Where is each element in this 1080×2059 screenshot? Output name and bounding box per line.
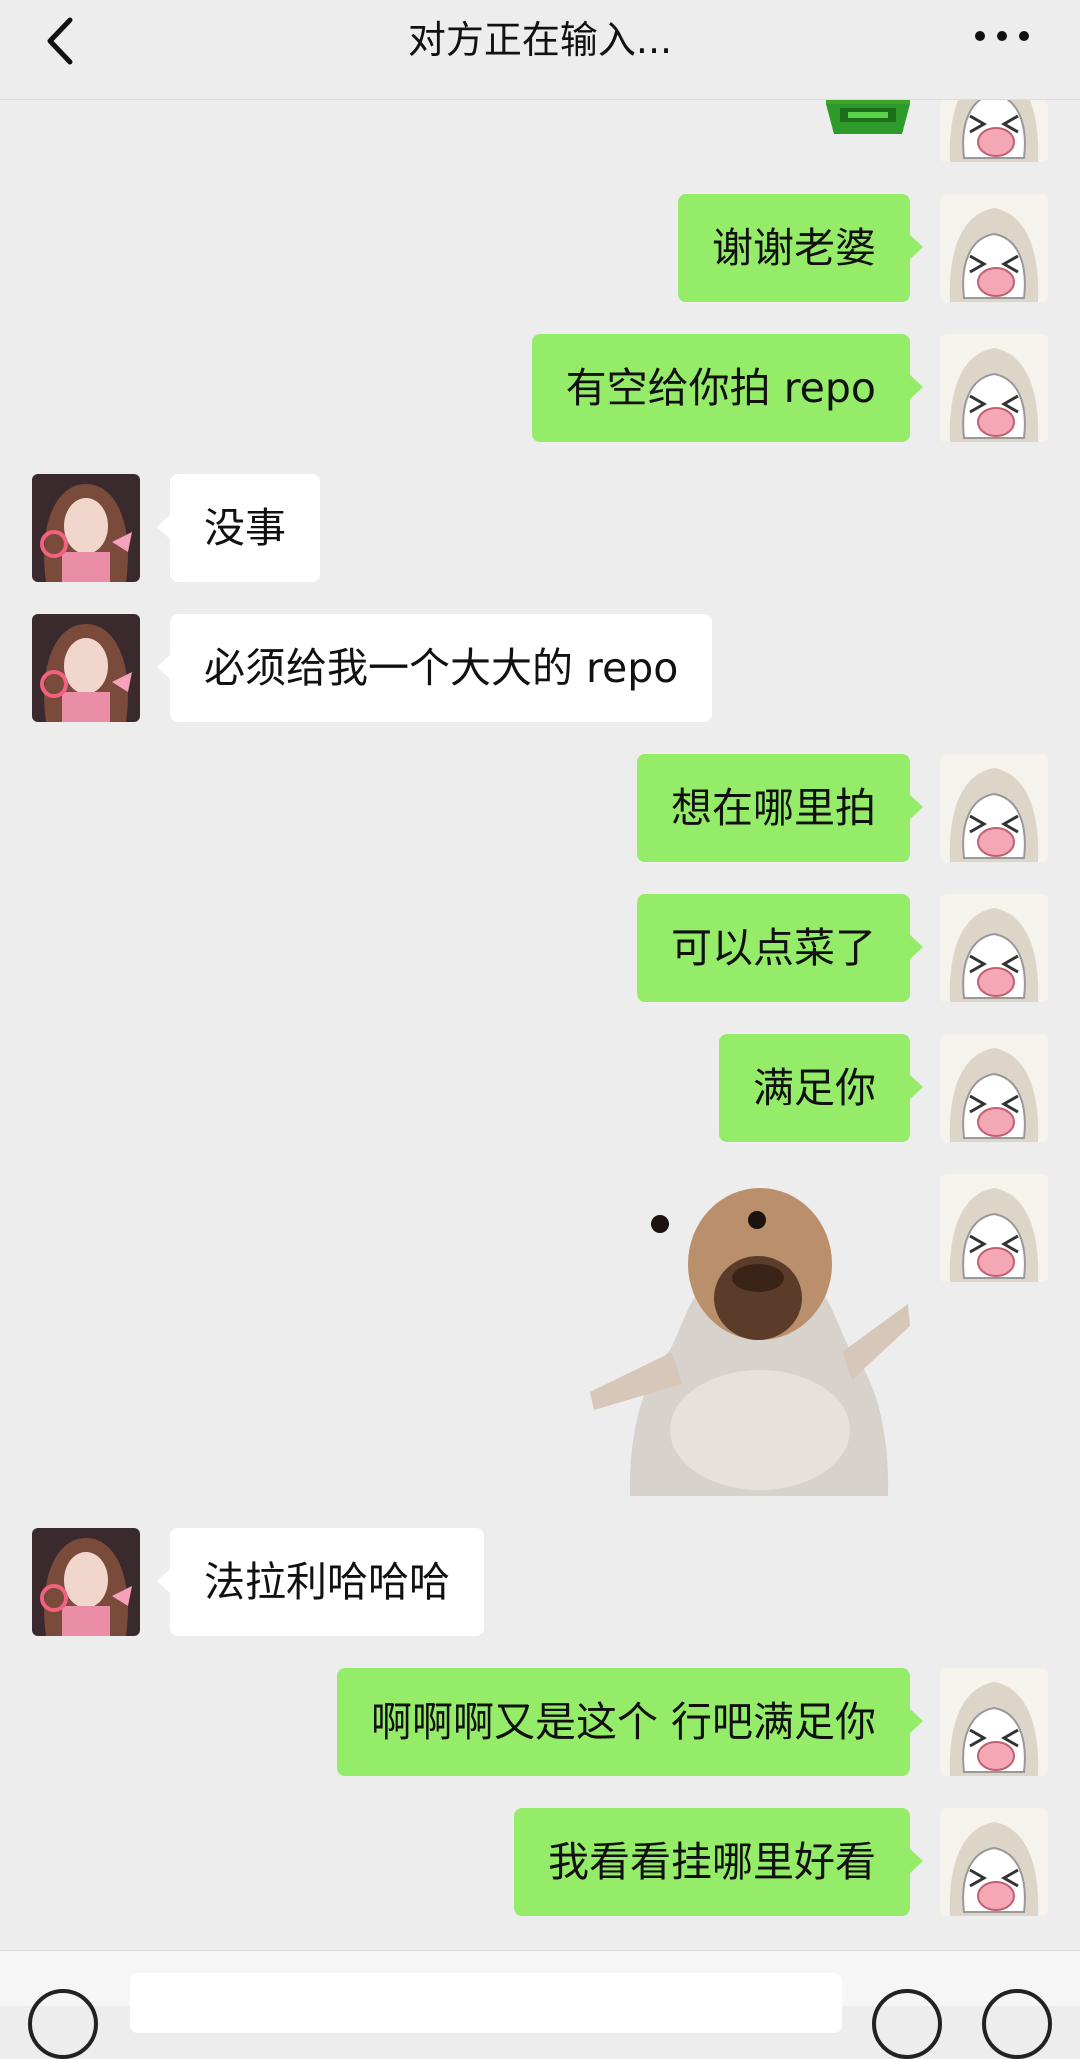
- more-button[interactable]: [972, 14, 1032, 64]
- avatar-image: [940, 1668, 1048, 1776]
- plus-button[interactable]: [982, 1989, 1052, 2059]
- received-message-bubble[interactable]: 必须给我一个大大的 repo: [156, 614, 713, 722]
- avatar-image: [32, 1528, 140, 1636]
- avatar-image: [940, 894, 1048, 1002]
- avatar-image: [32, 614, 140, 722]
- emoji-button[interactable]: [872, 1989, 942, 2059]
- sent-message-bubble[interactable]: 可以点菜了: [637, 894, 923, 1002]
- contact-avatar[interactable]: [32, 614, 140, 722]
- self-avatar[interactable]: [940, 754, 1048, 862]
- sent-message-bubble[interactable]: 我看看挂哪里好看: [514, 1808, 923, 1916]
- sent-message-bubble[interactable]: 啊啊啊又是这个 行吧满足你: [336, 1668, 924, 1776]
- self-avatar[interactable]: [940, 1174, 1048, 1282]
- received-message-bubble[interactable]: 法拉利哈哈哈: [157, 1528, 484, 1636]
- avatar-image: [940, 1174, 1048, 1282]
- avatar-image: [940, 194, 1048, 302]
- sent-message-bubble[interactable]: 想在哪里拍: [637, 754, 923, 862]
- self-avatar[interactable]: [940, 100, 1048, 162]
- self-avatar[interactable]: [940, 194, 1048, 302]
- avatar-image: [940, 754, 1048, 862]
- avatar-image: [940, 1808, 1048, 1916]
- sent-message-bubble[interactable]: 有空给你拍 repo: [531, 334, 924, 442]
- sent-message-bubble[interactable]: 谢谢老婆: [678, 194, 923, 302]
- self-avatar[interactable]: [940, 894, 1048, 1002]
- contact-avatar[interactable]: [32, 474, 140, 582]
- avatar-image: [940, 1034, 1048, 1142]
- self-avatar[interactable]: [940, 1034, 1048, 1142]
- sent-message-bubble[interactable]: 满足你: [719, 1034, 923, 1142]
- avatar-image: [32, 474, 140, 582]
- self-avatar[interactable]: [940, 334, 1048, 442]
- green-sticker-partial[interactable]: [826, 100, 910, 136]
- chat-title: 对方正在输入...: [407, 18, 673, 62]
- received-message-bubble[interactable]: 没事: [157, 474, 320, 582]
- self-avatar[interactable]: [940, 1668, 1048, 1776]
- message-input[interactable]: [130, 1973, 842, 2033]
- self-avatar[interactable]: [940, 1808, 1048, 1916]
- chat-header: 对方正在输入...: [0, 0, 1080, 100]
- voice-button[interactable]: [28, 1989, 98, 2059]
- contact-avatar[interactable]: [32, 1528, 140, 1636]
- avatar-image: [940, 334, 1048, 442]
- avatar-image: [940, 100, 1048, 162]
- hamster-arms-open-sticker[interactable]: [590, 1180, 910, 1496]
- more-dots-icon: [975, 31, 1029, 41]
- input-bar: [0, 1950, 1080, 2059]
